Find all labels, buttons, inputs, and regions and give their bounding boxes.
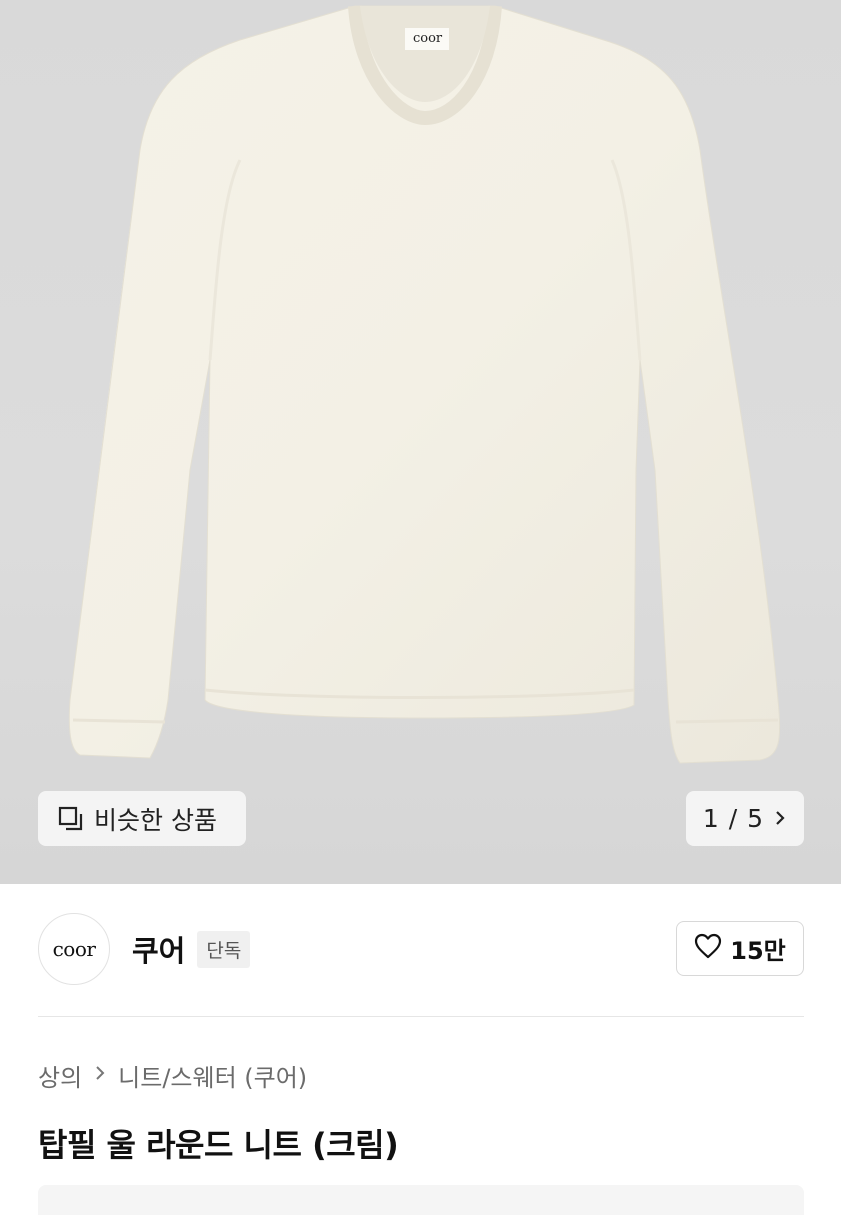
like-count: 15만 xyxy=(730,937,786,965)
garment-label: coor xyxy=(413,31,443,46)
chevron-right-icon xyxy=(773,804,787,833)
like-button[interactable]: 15만 xyxy=(676,921,804,976)
breadcrumb-subcategory[interactable]: 니트/스웨터 (쿠어) xyxy=(118,1058,307,1093)
pager-total: 5 xyxy=(747,804,764,833)
breadcrumb: 상의 니트/스웨터 (쿠어) xyxy=(38,1058,307,1093)
brand-logo[interactable]: coor xyxy=(38,913,110,985)
sweater-product-image xyxy=(68,5,781,764)
product-title: 탑필 울 라운드 니트 (크림) xyxy=(38,1126,399,1164)
image-pager[interactable]: 1 / 5 xyxy=(686,791,804,846)
divider xyxy=(38,1016,804,1017)
product-image-carousel[interactable]: coor 비슷한 상품 1 / 5 xyxy=(0,0,841,884)
similar-products-button[interactable]: 비슷한 상품 xyxy=(38,791,246,846)
brand-logo-text: coor xyxy=(52,937,96,961)
pager-separator: / xyxy=(728,804,738,833)
brand-row: coor 쿠어 단독 15만 xyxy=(38,912,804,986)
chevron-right-icon xyxy=(94,1063,106,1088)
copy-squares-icon xyxy=(58,806,84,832)
heart-icon xyxy=(694,933,722,965)
info-panel xyxy=(38,1185,804,1215)
exclusive-badge: 단독 xyxy=(197,930,251,968)
pager-current: 1 xyxy=(702,804,719,833)
brand-name[interactable]: 쿠어 xyxy=(132,928,185,970)
similar-products-label: 비슷한 상품 xyxy=(94,805,217,835)
breadcrumb-category[interactable]: 상의 xyxy=(38,1058,82,1093)
